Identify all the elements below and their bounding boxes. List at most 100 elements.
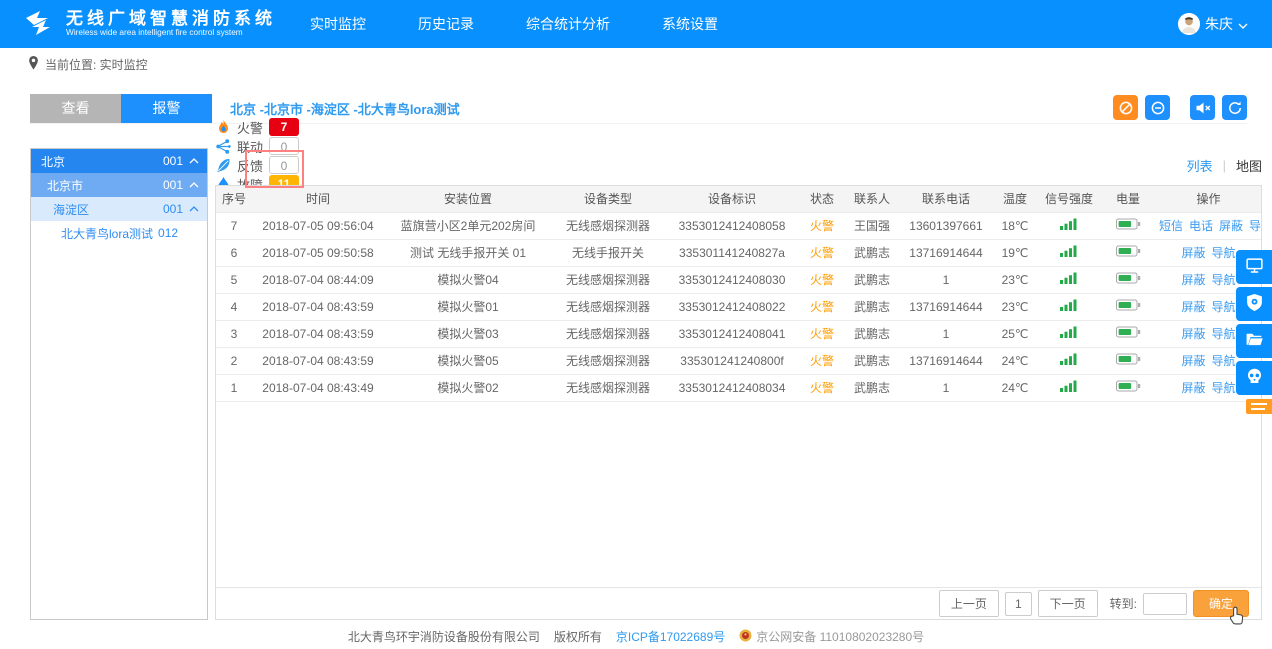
- battery-icon: [1100, 212, 1156, 239]
- action-link[interactable]: 屏蔽: [1181, 246, 1205, 260]
- minus-circle-icon: [1150, 100, 1166, 116]
- cell: 无线感烟探测器: [552, 212, 664, 239]
- tabs-row: 查看 报警 北京 -北京市 -海淀区 -北大青鸟lora测试: [30, 94, 1247, 124]
- page: 无线广域智慧消防系统 Wireless wide area intelligen…: [0, 0, 1272, 649]
- tree-item-label: 北京: [41, 153, 65, 170]
- cell: 13716914644: [900, 239, 992, 266]
- filter-0-button[interactable]: 火警 7: [215, 118, 299, 137]
- battery-icon: [1100, 320, 1156, 347]
- footer-company: 北大青鸟环宇消防设备股份有限公司: [348, 628, 540, 645]
- action-link[interactable]: 短信: [1159, 219, 1183, 233]
- action-link[interactable]: 导航: [1212, 246, 1236, 260]
- status-badge: 火警: [800, 320, 844, 347]
- view-map-link[interactable]: 地图: [1236, 156, 1262, 175]
- cell: 无线感烟探测器: [552, 320, 664, 347]
- cell: 25℃: [992, 320, 1038, 347]
- user-menu[interactable]: 朱庆: [1178, 13, 1248, 35]
- ban-button[interactable]: [1113, 95, 1138, 120]
- tree-item-2[interactable]: 海淀区001: [31, 197, 207, 221]
- cell: 2018-07-05 09:56:04: [252, 212, 384, 239]
- cell: 5: [216, 266, 252, 293]
- table-row[interactable]: 42018-07-04 08:43:59模拟火警01无线感烟探测器3353012…: [216, 293, 1261, 320]
- tree-item-count: 001: [163, 154, 183, 168]
- shield-gear-dock-button[interactable]: [1236, 287, 1272, 321]
- mute-button[interactable]: [1190, 95, 1215, 120]
- tree-item-3[interactable]: 北大青鸟lora测试012: [31, 221, 207, 245]
- action-link[interactable]: 导航: [1212, 327, 1236, 341]
- pagination: 上一页 1 下一页 转到: 确定: [216, 587, 1261, 619]
- nav-item-1[interactable]: 历史记录: [418, 14, 474, 34]
- alarm-table-panel: 序号时间安装位置设备类型设备标识状态联系人联系电话温度信号强度电量操作 7201…: [215, 185, 1262, 620]
- cell: 2018-07-04 08:43:59: [252, 293, 384, 320]
- cell: 3353012412408030: [664, 266, 800, 293]
- view-list-link[interactable]: 列表: [1187, 156, 1213, 175]
- action-link[interactable]: 导航: [1212, 381, 1236, 395]
- breadcrumb-text: 当前位置: 实时监控: [45, 56, 148, 73]
- table-header-row: 序号时间安装位置设备类型设备标识状态联系人联系电话温度信号强度电量操作: [216, 186, 1261, 212]
- cell: 蓝旗营小区2单元202房间: [384, 212, 552, 239]
- avatar: [1178, 13, 1200, 35]
- folder-dock-button[interactable]: [1236, 324, 1272, 358]
- view-switch-divider: |: [1223, 158, 1226, 173]
- alarm-table: 序号时间安装位置设备类型设备标识状态联系人联系电话温度信号强度电量操作 7201…: [216, 186, 1261, 402]
- tree-item-0[interactable]: 北京 001: [31, 149, 207, 173]
- filter-2-button[interactable]: 反馈0: [215, 156, 299, 175]
- action-link[interactable]: 屏蔽: [1181, 354, 1205, 368]
- action-link[interactable]: 导航: [1212, 300, 1236, 314]
- table-row[interactable]: 22018-07-04 08:43:59模拟火警05无线感烟探测器3353012…: [216, 347, 1261, 374]
- table-row[interactable]: 62018-07-05 09:50:58测试 无线手报开关 01无线手报开关33…: [216, 239, 1261, 266]
- cell: 模拟火警03: [384, 320, 552, 347]
- cell: 24℃: [992, 347, 1038, 374]
- tab-alarm[interactable]: 报警: [121, 94, 212, 123]
- footer-rights: 版权所有: [554, 628, 602, 645]
- cell: 13716914644: [900, 347, 992, 374]
- action-link[interactable]: 屏蔽: [1181, 381, 1205, 395]
- app-logo-icon: [24, 8, 58, 40]
- filter-count-badge: 7: [269, 118, 299, 136]
- action-link[interactable]: 屏蔽: [1181, 327, 1205, 341]
- filter-1-button[interactable]: 联动0: [215, 137, 299, 156]
- action-link[interactable]: 屏蔽: [1181, 300, 1205, 314]
- battery-icon: [1100, 374, 1156, 401]
- minus-circle-button[interactable]: [1145, 95, 1170, 120]
- cell: 3: [216, 320, 252, 347]
- gas-mask-dock-button[interactable]: [1236, 361, 1272, 395]
- col-header-9: 信号强度: [1038, 186, 1100, 212]
- monitor-dock-button[interactable]: [1236, 250, 1272, 284]
- action-link[interactable]: 导航: [1212, 354, 1236, 368]
- col-header-5: 状态: [800, 186, 844, 212]
- action-link[interactable]: 导航: [1249, 219, 1261, 233]
- filter-label: 火警: [237, 118, 263, 137]
- nav-item-3[interactable]: 系统设置: [662, 14, 718, 34]
- feather-icon: [215, 157, 232, 174]
- chevron-up-icon: [189, 182, 203, 188]
- dock-mini-tag[interactable]: [1246, 399, 1272, 414]
- tree-item-1[interactable]: 北京市001: [31, 173, 207, 197]
- table-row[interactable]: 32018-07-04 08:43:59模拟火警03无线感烟探测器3353012…: [216, 320, 1261, 347]
- page-number[interactable]: 1: [1005, 592, 1032, 616]
- main-content: 火警7联动0反馈0故障11通讯0 列表 | 地图 序号时间安装位置设备类型设备标…: [215, 148, 1262, 620]
- table-row[interactable]: 52018-07-04 08:44:09模拟火警04无线感烟探测器3353012…: [216, 266, 1261, 293]
- cell: 武鹏志: [844, 374, 900, 401]
- tab-view[interactable]: 查看: [30, 94, 121, 123]
- cell: 2018-07-04 08:43:49: [252, 374, 384, 401]
- goto-page-input[interactable]: [1143, 593, 1187, 615]
- nav-item-2[interactable]: 综合统计分析: [526, 14, 610, 34]
- action-link[interactable]: 电话: [1189, 219, 1213, 233]
- refresh-button[interactable]: [1222, 95, 1247, 120]
- nav-item-0[interactable]: 实时监控: [310, 14, 366, 34]
- confirm-button[interactable]: 确定: [1193, 590, 1249, 617]
- col-header-3: 设备类型: [552, 186, 664, 212]
- chevron-up-icon: [189, 206, 203, 212]
- action-link[interactable]: 屏蔽: [1219, 219, 1243, 233]
- cell: 2018-07-05 09:50:58: [252, 239, 384, 266]
- next-page-button[interactable]: 下一页: [1038, 590, 1098, 617]
- table-row[interactable]: 72018-07-05 09:56:04蓝旗营小区2单元202房间无线感烟探测器…: [216, 212, 1261, 239]
- action-link[interactable]: 屏蔽: [1181, 273, 1205, 287]
- icp-link[interactable]: 京ICP备17022689号: [616, 628, 725, 645]
- action-link[interactable]: 导航: [1212, 273, 1236, 287]
- cell: 2018-07-04 08:43:59: [252, 347, 384, 374]
- prev-page-button[interactable]: 上一页: [939, 590, 999, 617]
- battery-icon: [1100, 347, 1156, 374]
- table-row[interactable]: 12018-07-04 08:43:49模拟火警02无线感烟探测器3353012…: [216, 374, 1261, 401]
